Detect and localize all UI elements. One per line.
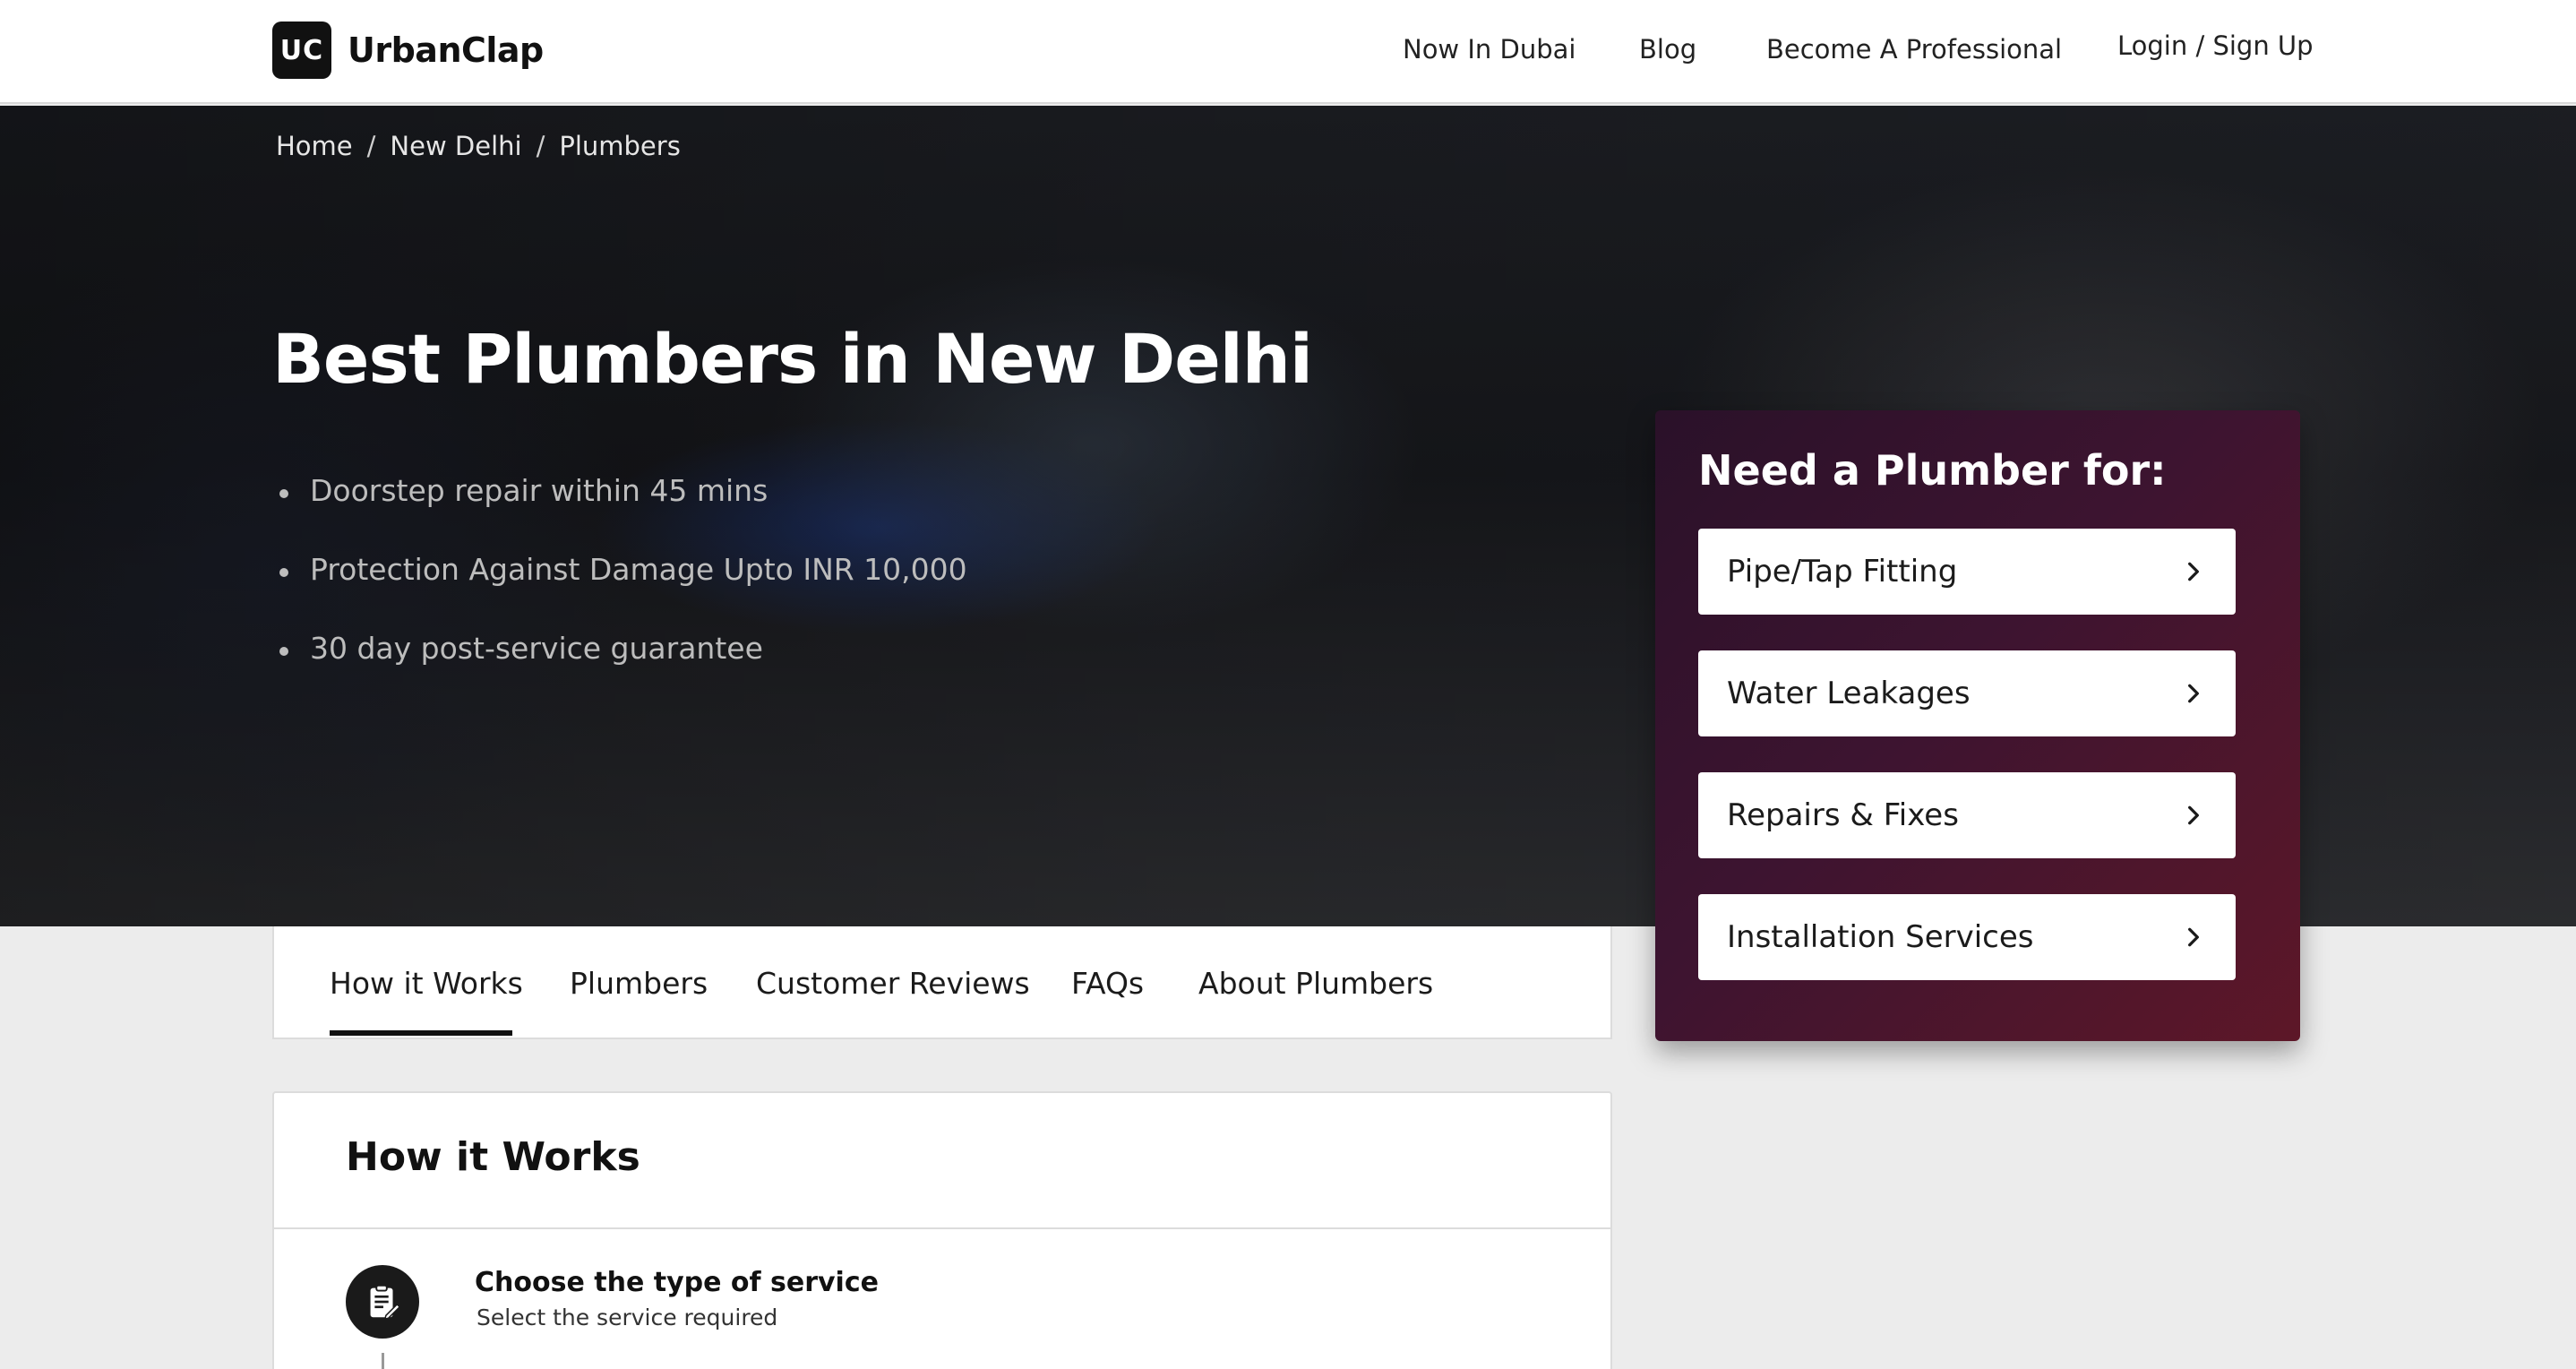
service-option-installation-services[interactable]: Installation Services <box>1698 894 2236 980</box>
chevron-right-icon <box>2188 927 2199 947</box>
step-connector-line <box>382 1353 384 1369</box>
service-option-water-leakages[interactable]: Water Leakages <box>1698 650 2236 736</box>
active-tab-indicator <box>330 1030 512 1036</box>
top-header: UC UrbanClap Now In Dubai Blog Become A … <box>0 0 2576 104</box>
section-tab-bar: How it Works Plumbers Customer Reviews F… <box>272 926 1612 1039</box>
service-option-label: Water Leakages <box>1727 676 1971 711</box>
nav-now-in-dubai[interactable]: Now In Dubai <box>1403 34 1576 65</box>
feature-list: Doorstep repair within 45 mins Protectio… <box>279 473 967 710</box>
service-selector-card: Need a Plumber for: Pipe/Tap Fitting Wat… <box>1655 410 2300 1041</box>
step-subtitle: Select the service required <box>477 1304 778 1330</box>
tab-plumbers[interactable]: Plumbers <box>570 966 708 1001</box>
service-option-label: Installation Services <box>1727 919 2034 955</box>
how-it-works-section: How it Works Choose the type of service … <box>272 1091 1612 1369</box>
chevron-right-icon <box>2188 562 2199 581</box>
section-title: How it Works <box>346 1134 640 1180</box>
service-option-label: Pipe/Tap Fitting <box>1727 554 1958 590</box>
tab-how-it-works[interactable]: How it Works <box>330 966 523 1001</box>
clipboard-icon <box>346 1265 419 1339</box>
urbanclap-logo[interactable]: UC UrbanClap <box>272 22 544 79</box>
page-title: Best Plumbers in New Delhi <box>272 319 1313 399</box>
feature-item: Doorstep repair within 45 mins <box>279 473 967 552</box>
nav-login-signup[interactable]: Login / Sign Up <box>2117 30 2314 61</box>
chevron-right-icon <box>2188 684 2199 703</box>
clipboard-glyph <box>370 1284 401 1321</box>
service-option-label: Repairs & Fixes <box>1727 797 1959 833</box>
section-divider <box>274 1227 1610 1229</box>
breadcrumb-separator: / <box>366 131 376 161</box>
logo-badge: UC <box>272 22 331 79</box>
tab-customer-reviews[interactable]: Customer Reviews <box>756 966 1030 1001</box>
feature-item: 30 day post-service guarantee <box>279 631 967 710</box>
breadcrumb-new-delhi[interactable]: New Delhi <box>390 131 521 161</box>
service-option-pipe-tap-fitting[interactable]: Pipe/Tap Fitting <box>1698 529 2236 615</box>
card-title: Need a Plumber for: <box>1698 446 2167 495</box>
breadcrumb: Home / New Delhi / Plumbers <box>276 131 681 161</box>
step-title: Choose the type of service <box>475 1267 879 1298</box>
breadcrumb-plumbers: Plumbers <box>559 131 681 161</box>
tab-faqs[interactable]: FAQs <box>1071 966 1144 1001</box>
feature-item: Protection Against Damage Upto INR 10,00… <box>279 552 967 631</box>
service-option-repairs-fixes[interactable]: Repairs & Fixes <box>1698 772 2236 858</box>
chevron-right-icon <box>2188 805 2199 825</box>
nav-blog[interactable]: Blog <box>1639 34 1696 65</box>
logo-text: UrbanClap <box>348 30 544 70</box>
breadcrumb-separator: / <box>536 131 545 161</box>
tab-about-plumbers[interactable]: About Plumbers <box>1198 966 1433 1001</box>
breadcrumb-home[interactable]: Home <box>276 131 353 161</box>
nav-become-a-professional[interactable]: Become A Professional <box>1766 34 2062 65</box>
